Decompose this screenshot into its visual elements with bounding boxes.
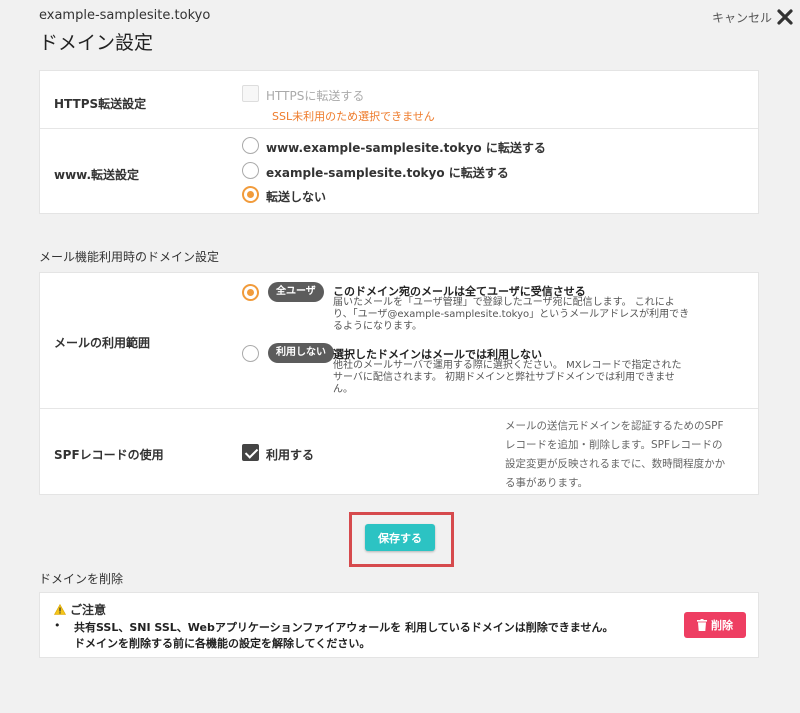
save-button[interactable]: 保存する bbox=[365, 524, 435, 551]
mail-scope-label: メールの利用範囲 bbox=[54, 336, 151, 350]
badge-not-used: 利用しない bbox=[268, 343, 334, 363]
warning-icon bbox=[54, 604, 66, 615]
delete-button-label: 削除 bbox=[711, 620, 733, 632]
www-redirect-option-none[interactable] bbox=[242, 186, 259, 203]
delete-button[interactable]: 削除 bbox=[684, 612, 746, 638]
www-redirect-label: www.転送設定 bbox=[54, 168, 140, 182]
notice-line-2: ドメインを削除する前に各機能の設定を解除してください。 bbox=[74, 637, 371, 650]
mail-scope-all-users-desc-2: り、「ユーザ@example-samplesite.tokyo」というメールアド… bbox=[333, 309, 690, 320]
www-redirect-option-none-label: 転送しない bbox=[266, 190, 327, 204]
mail-scope-not-used-desc-2: サーバに配信されます。 初期ドメインと弊社サブドメインでは利用できませ bbox=[333, 372, 675, 383]
notice-title-label: ご注意 bbox=[70, 603, 107, 617]
https-redirect-checkbox-label: HTTPSに転送する bbox=[266, 89, 365, 103]
mail-scope-all-users-desc-3: るようになります。 bbox=[333, 321, 422, 332]
spf-note-line-3: 設定変更が反映されるまでに、数時間程度かか bbox=[505, 458, 726, 470]
spf-checkbox[interactable] bbox=[242, 444, 259, 461]
spf-note-line-1: メールの送信元ドメインを認証するためのSPF bbox=[505, 420, 724, 432]
cancel-label: キャンセル bbox=[711, 10, 772, 25]
spf-note-line-4: る事があります。 bbox=[505, 477, 588, 489]
notice-bullet: • bbox=[54, 619, 61, 632]
www-redirect-option-www[interactable] bbox=[242, 137, 259, 154]
mail-scope-row: メールの利用範囲 全ユーザ このドメイン宛のメールは全てユーザに受信させる 届い… bbox=[40, 273, 758, 409]
mail-scope-not-used-desc-1: 他社のメールサーバで運用する際に選択ください。 MXレコードで指定された bbox=[333, 360, 682, 371]
delete-section-heading: ドメインを削除 bbox=[39, 572, 124, 586]
delete-notice-card: ご注意 • 共有SSL、SNI SSL、Webアプリケーションファイアウォールを… bbox=[39, 592, 759, 658]
notice-line-1: 共有SSL、SNI SSL、Webアプリケーションファイアウォールを 利用してい… bbox=[74, 621, 614, 634]
redirect-settings-card: HTTPS転送設定 HTTPSに転送する SSL未利用のため選択できません ww… bbox=[39, 70, 759, 214]
site-name: example-samplesite.tokyo bbox=[39, 8, 211, 23]
notice-title: ご注意 bbox=[54, 601, 106, 618]
mail-scope-option-not-used[interactable] bbox=[242, 345, 259, 362]
page-header: example-samplesite.tokyo ドメイン設定 キャンセル bbox=[0, 0, 800, 70]
https-redirect-checkbox[interactable] bbox=[242, 85, 259, 102]
trash-icon bbox=[697, 619, 707, 631]
close-icon bbox=[777, 9, 793, 25]
spf-note-line-2: レコードを追加・削除します。SPFレコードの bbox=[505, 439, 723, 451]
mail-scope-option-all-users[interactable] bbox=[242, 284, 259, 301]
spf-note: メールの送信元ドメインを認証するためのSPF レコードを追加・削除します。SPF… bbox=[505, 417, 745, 493]
mail-scope-all-users-desc-1: 届いたメールを「ユーザ管理」で登録したユーザ宛に配信します。 これによ bbox=[333, 297, 675, 308]
page-title: ドメイン設定 bbox=[39, 32, 154, 54]
spf-label: SPFレコードの使用 bbox=[54, 448, 164, 462]
www-redirect-option-bare-label: example-samplesite.tokyo に転送する bbox=[266, 166, 509, 180]
www-redirect-option-www-label: www.example-samplesite.tokyo に転送する bbox=[266, 141, 546, 155]
www-redirect-option-bare[interactable] bbox=[242, 162, 259, 179]
https-redirect-label: HTTPS転送設定 bbox=[54, 97, 147, 111]
mail-scope-not-used-desc-3: ん。 bbox=[333, 384, 353, 395]
badge-all-users: 全ユーザ bbox=[268, 282, 324, 302]
cancel-button[interactable]: キャンセル bbox=[712, 8, 794, 26]
https-redirect-row: HTTPS転送設定 HTTPSに転送する SSL未利用のため選択できません bbox=[40, 71, 758, 129]
https-redirect-warning: SSL未利用のため選択できません bbox=[272, 110, 435, 123]
mail-section-heading: メール機能利用時のドメイン設定 bbox=[39, 250, 220, 264]
www-redirect-row: www.転送設定 www.example-samplesite.tokyo に転… bbox=[40, 129, 758, 215]
spf-checkbox-label: 利用する bbox=[266, 448, 315, 462]
